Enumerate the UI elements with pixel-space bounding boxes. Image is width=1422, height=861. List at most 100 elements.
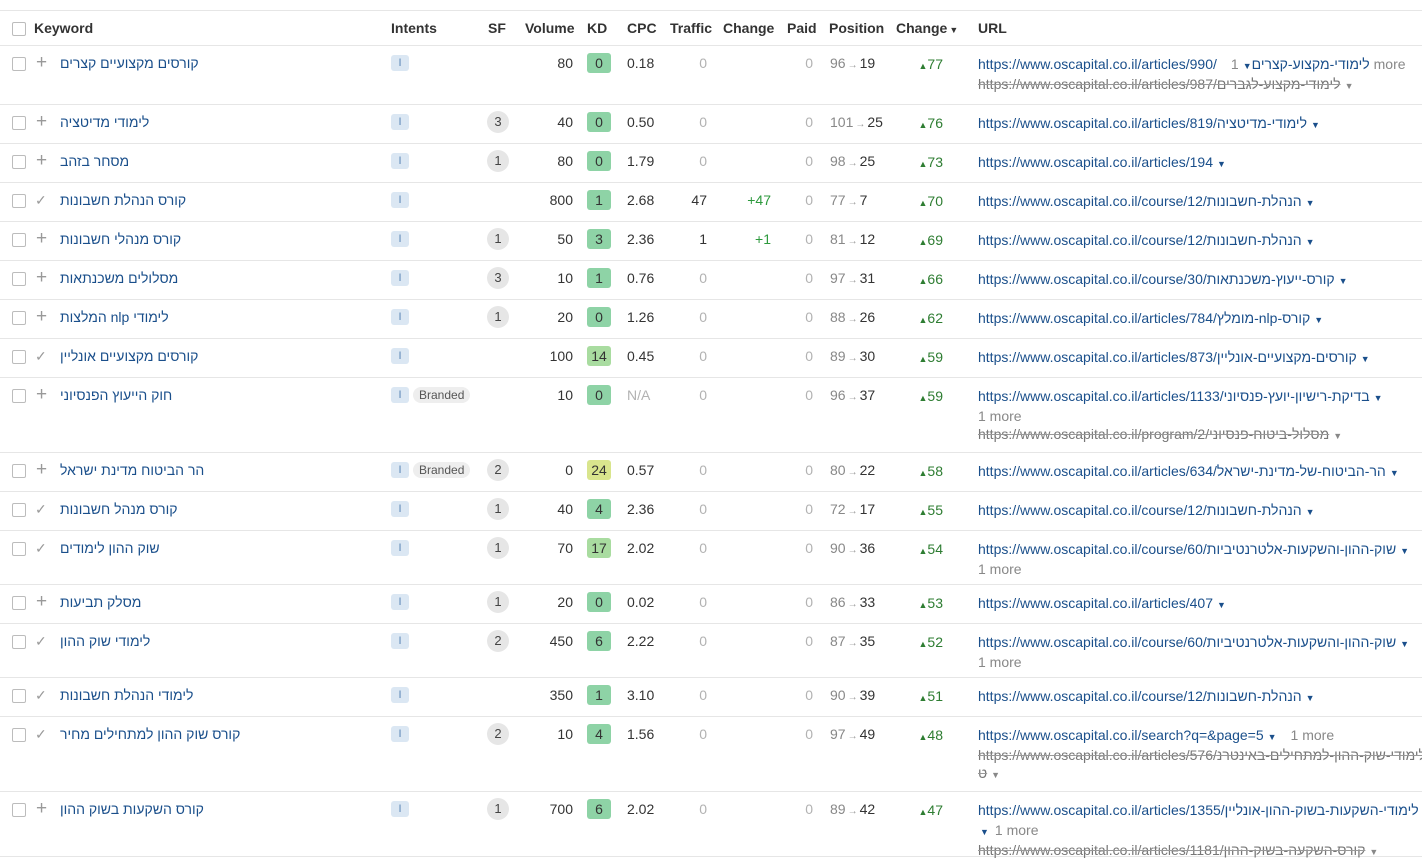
col-traffic[interactable]: Traffic [670, 20, 712, 36]
url-dropdown-icon[interactable]: ▼ [1264, 732, 1277, 742]
url-dropdown-icon[interactable]: ▼ [1307, 120, 1320, 130]
add-keyword-icon[interactable]: + [36, 229, 47, 248]
row-checkbox[interactable] [12, 155, 26, 169]
url-dropdown-icon[interactable]: ▼ [1396, 639, 1409, 649]
col-kd[interactable]: KD [587, 20, 607, 36]
row-checkbox[interactable] [12, 311, 26, 325]
col-intents[interactable]: Intents [391, 20, 437, 36]
row-checkbox[interactable] [12, 542, 26, 556]
url-dropdown-icon[interactable]: ▼ [1239, 61, 1252, 71]
keyword-link[interactable]: לימודי הנהלת חשבונות [60, 687, 193, 703]
url-dropdown-icon[interactable]: ▼ [1310, 315, 1323, 325]
keyword-link[interactable]: מסלולים משכנתאות [60, 270, 178, 286]
keyword-link[interactable]: הר הביטוח מדינת ישראל [60, 462, 204, 478]
url-dropdown-icon[interactable]: ▼ [1302, 237, 1315, 247]
serp-features-count[interactable]: 1 [487, 306, 509, 328]
add-keyword-icon[interactable]: + [36, 460, 47, 479]
row-checkbox[interactable] [12, 803, 26, 817]
col-keyword[interactable]: Keyword [34, 20, 93, 36]
url-link[interactable]: https://www.oscapital.co.il/articles/784… [978, 310, 1310, 326]
url-link[interactable]: https://www.oscapital.co.il/search?q=&pa… [978, 727, 1264, 743]
select-all-checkbox[interactable] [12, 22, 26, 36]
row-checkbox[interactable] [12, 233, 26, 247]
serp-features-count[interactable]: 2 [487, 459, 509, 481]
url-link[interactable]: https://www.oscapital.co.il/course/12/הנ… [978, 502, 1302, 518]
add-keyword-icon[interactable]: + [36, 307, 47, 326]
more-urls-link[interactable]: 1 more [978, 561, 1022, 577]
keyword-link[interactable]: חוק הייעוץ הפנסיוני [60, 387, 172, 403]
url-link[interactable]: https://www.oscapital.co.il/articles/873… [978, 349, 1357, 365]
keyword-added-check-icon[interactable]: ✓ [35, 540, 47, 557]
add-keyword-icon[interactable]: + [36, 112, 47, 131]
col-url[interactable]: URL [978, 20, 1007, 36]
row-checkbox[interactable] [12, 272, 26, 286]
keyword-link[interactable]: קורס מנהלי חשבונות [60, 231, 181, 247]
url-secondary-link[interactable]: https://www.oscapital.co.il/articles/118… [978, 842, 1365, 858]
serp-features-count[interactable]: 1 [487, 537, 509, 559]
url-link[interactable]: https://www.oscapital.co.il/course/12/הנ… [978, 688, 1302, 704]
keyword-link[interactable]: לימודי מדיטציה [60, 114, 149, 130]
row-checkbox[interactable] [12, 116, 26, 130]
col-change[interactable]: Change [723, 20, 774, 36]
row-checkbox[interactable] [12, 464, 26, 478]
url-dropdown-icon[interactable]: ▼ [1213, 600, 1226, 610]
keyword-link[interactable]: מסחר בזהב [60, 153, 129, 169]
url-link[interactable]: https://www.oscapital.co.il/course/12/הנ… [978, 193, 1302, 209]
url-dropdown-icon[interactable]: ▼ [1365, 847, 1378, 857]
serp-features-count[interactable]: 3 [487, 267, 509, 289]
row-checkbox[interactable] [12, 57, 26, 71]
row-checkbox[interactable] [12, 503, 26, 517]
add-keyword-icon[interactable]: + [36, 385, 47, 404]
url-link[interactable]: https://www.oscapital.co.il/articles/819… [978, 115, 1307, 131]
more-urls-link[interactable]: 1 more [978, 654, 1022, 670]
add-keyword-icon[interactable]: + [36, 53, 47, 72]
serp-features-count[interactable]: 2 [487, 630, 509, 652]
keyword-added-check-icon[interactable]: ✓ [35, 687, 47, 704]
url-link[interactable]: https://www.oscapital.co.il/course/12/הנ… [978, 232, 1302, 248]
serp-features-count[interactable]: 3 [487, 111, 509, 133]
url-dropdown-icon[interactable]: ▼ [1213, 159, 1226, 169]
add-keyword-icon[interactable]: + [36, 592, 47, 611]
keyword-link[interactable]: המלצות nlp לימודי [60, 309, 169, 325]
keyword-added-check-icon[interactable]: ✓ [35, 348, 47, 365]
url-dropdown-icon[interactable]: ▼ [1302, 693, 1315, 703]
row-checkbox[interactable] [12, 728, 26, 742]
row-checkbox[interactable] [12, 635, 26, 649]
keyword-link[interactable]: שוק ההון לימודים [60, 540, 160, 556]
more-urls-link[interactable]: 1 more [995, 822, 1039, 838]
url-link[interactable]: https://www.oscapital.co.il/articles/407 [978, 595, 1213, 611]
url-secondary-link[interactable]: https://www.oscapital.co.il/articles/987… [978, 76, 1341, 92]
url-dropdown-icon[interactable]: ▼ [1357, 354, 1370, 364]
keyword-added-check-icon[interactable]: ✓ [35, 501, 47, 518]
col-position[interactable]: Position [829, 20, 884, 36]
keyword-link[interactable]: קורסים מקצועיים אונליין [60, 348, 198, 364]
url-secondary-link[interactable]: https://www.oscapital.co.il/program/2/מס… [978, 426, 1329, 442]
row-checkbox[interactable] [12, 194, 26, 208]
col-paid[interactable]: Paid [787, 20, 817, 36]
keyword-link[interactable]: לימודי שוק ההון [60, 633, 150, 649]
url-link[interactable]: https://www.oscapital.co.il/course/30/קו… [978, 271, 1335, 287]
keyword-link[interactable]: מסלק תביעות [60, 594, 141, 610]
url-dropdown-icon[interactable]: ▼ [1341, 81, 1354, 91]
url-link[interactable]: https://www.oscapital.co.il/articles/634… [978, 463, 1386, 479]
url-secondary-link-cont[interactable]: ט [978, 765, 987, 781]
url-dropdown-icon[interactable]: ▼ [1370, 393, 1383, 403]
url-dropdown-icon[interactable]: ▼ [978, 827, 995, 837]
url-link[interactable]: https://www.oscapital.co.il/articles/113… [978, 388, 1370, 404]
url-dropdown-icon[interactable]: ▼ [1302, 507, 1315, 517]
col-cpc[interactable]: CPC [627, 20, 657, 36]
col-volume[interactable]: Volume [525, 20, 575, 36]
url-link[interactable]: https://www.oscapital.co.il/articles/194 [978, 154, 1213, 170]
url-dropdown-icon[interactable]: ▼ [1302, 198, 1315, 208]
col-position-change[interactable]: Change ▼ [896, 20, 958, 36]
keyword-added-check-icon[interactable]: ✓ [35, 633, 47, 650]
keyword-link[interactable]: קורס שוק ההון למתחילים מחיר [60, 726, 240, 742]
url-dropdown-icon[interactable]: ▼ [1335, 276, 1348, 286]
row-checkbox[interactable] [12, 350, 26, 364]
serp-features-count[interactable]: 1 [487, 798, 509, 820]
more-urls-link[interactable]: 1 more [978, 408, 1022, 424]
add-keyword-icon[interactable]: + [36, 268, 47, 287]
keyword-link[interactable]: קורסים מקצועיים קצרים [60, 55, 199, 71]
url-dropdown-icon[interactable]: ▼ [1329, 431, 1342, 441]
url-secondary-link[interactable]: https://www.oscapital.co.il/articles/576… [978, 747, 1422, 763]
